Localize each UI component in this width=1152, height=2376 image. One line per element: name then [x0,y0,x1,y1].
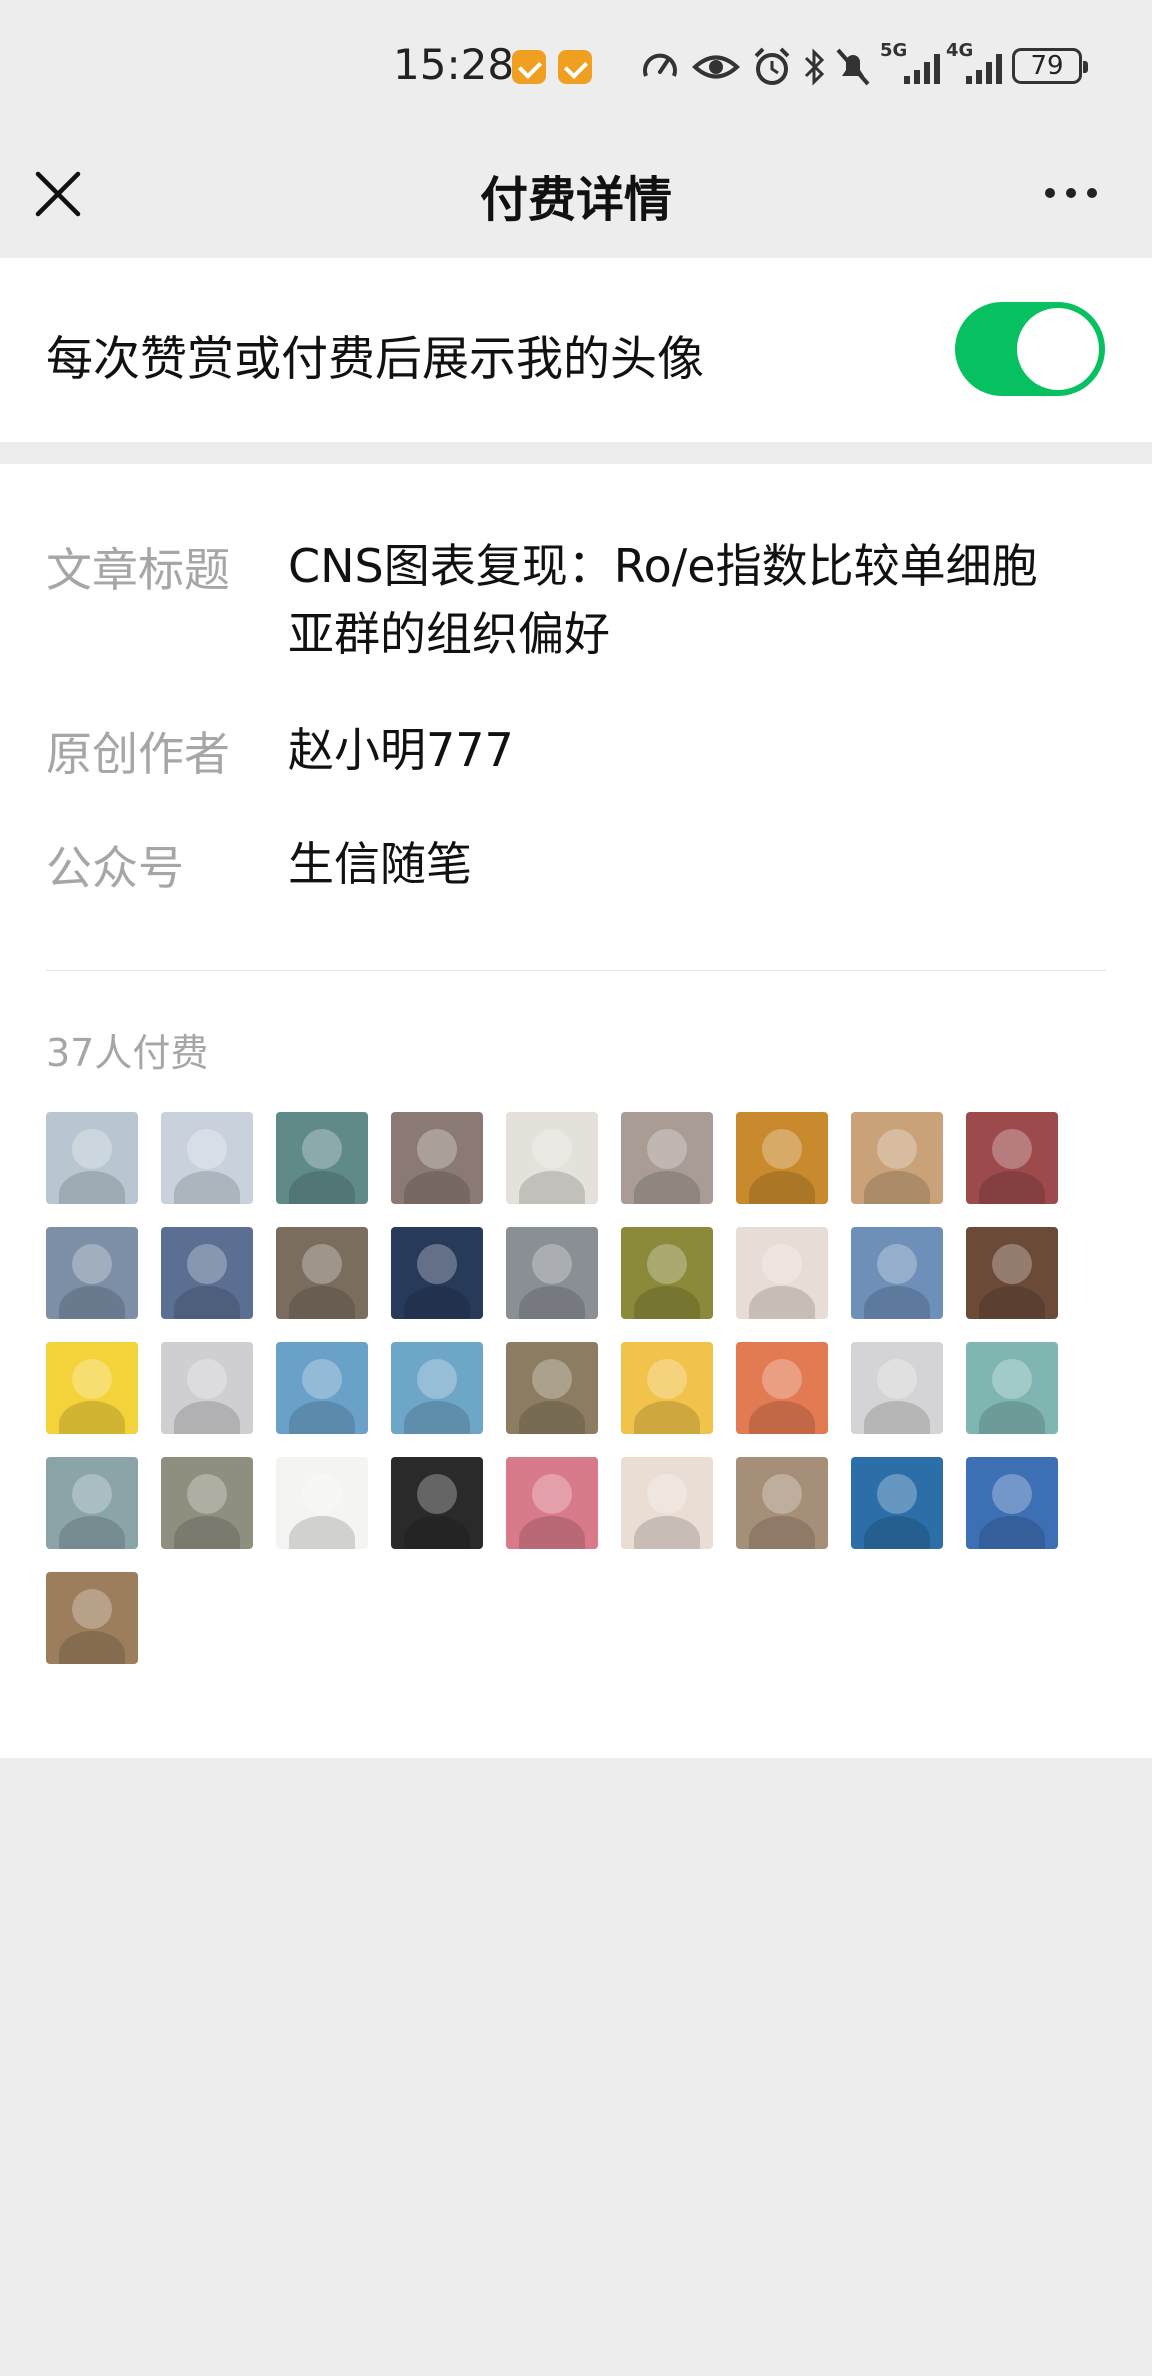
speed-icon [643,53,677,77]
payer-avatar[interactable] [621,1457,713,1549]
payer-avatar[interactable] [966,1342,1058,1434]
payer-avatar[interactable] [736,1112,828,1204]
payer-avatar[interactable] [506,1342,598,1434]
app-notification-icon [512,50,546,84]
payer-avatar[interactable] [621,1112,713,1204]
signal-icon [904,54,940,84]
payer-avatar[interactable] [966,1457,1058,1549]
bluetooth-icon [804,48,825,86]
payer-avatar[interactable] [851,1227,943,1319]
nav-bar: 付费详情 [0,136,1152,258]
payer-avatar[interactable] [161,1342,253,1434]
show-avatar-setting: 每次赞赏或付费后展示我的头像 [0,258,1152,442]
payer-avatar[interactable] [736,1342,828,1434]
alarm-icon [754,47,790,85]
payer-avatar[interactable] [276,1112,368,1204]
payer-avatar[interactable] [621,1227,713,1319]
payer-avatar[interactable] [621,1342,713,1434]
eye-icon [692,55,740,79]
status-time: 15:28 [393,40,515,89]
payer-avatar[interactable] [161,1112,253,1204]
payer-avatar[interactable] [966,1227,1058,1319]
payer-avatar[interactable] [46,1457,138,1549]
payer-avatar[interactable] [161,1457,253,1549]
article-title-line1: CNS图表复现：Ro/e指数比较单细胞 [288,539,1038,593]
payer-avatar[interactable] [391,1342,483,1434]
payer-avatar[interactable] [46,1572,138,1664]
author-label: 原创作者 [46,727,230,781]
payer-avatar[interactable] [736,1457,828,1549]
toggle-knob [1017,308,1099,390]
account-label: 公众号 [46,841,184,895]
article-title-label: 文章标题 [46,543,230,597]
payer-avatar[interactable] [506,1112,598,1204]
app-notification-icon [558,50,592,84]
battery-icon: 79 [1012,48,1088,84]
status-icons: 5G 4G 79 [640,40,1090,90]
payer-avatar[interactable] [736,1227,828,1319]
payer-avatar[interactable] [851,1457,943,1549]
payer-avatar[interactable] [161,1227,253,1319]
page-title: 付费详情 [479,172,672,228]
mute-icon [836,48,870,86]
divider [46,970,1106,971]
payer-avatar[interactable] [966,1112,1058,1204]
payer-avatar[interactable] [276,1227,368,1319]
payer-avatar[interactable] [851,1112,943,1204]
payer-avatar[interactable] [276,1457,368,1549]
payment-details: 文章标题 CNS图表复现：Ro/e指数比较单细胞 亚群的组织偏好 原创作者 赵小… [0,464,1152,1758]
payer-avatar[interactable] [46,1227,138,1319]
payer-avatar[interactable] [391,1227,483,1319]
more-icon[interactable] [1036,168,1106,218]
payer-avatar[interactable] [276,1342,368,1434]
author-name: 赵小明777 [288,723,514,777]
payer-avatar[interactable] [46,1342,138,1434]
close-icon[interactable] [30,166,86,222]
status-bar: 15:28 5G 4G 79 [0,0,1152,136]
show-avatar-toggle[interactable] [955,302,1105,396]
payer-count: 37人付费 [46,1031,209,1075]
payer-avatar[interactable] [391,1112,483,1204]
show-avatar-label: 每次赞赏或付费后展示我的头像 [46,332,704,387]
payer-avatar[interactable] [506,1227,598,1319]
account-name: 生信随笔 [288,837,472,891]
article-title-line2: 亚群的组织偏好 [288,607,610,661]
payer-avatar[interactable] [506,1457,598,1549]
payer-avatar[interactable] [391,1457,483,1549]
payer-avatar[interactable] [46,1112,138,1204]
signal-icon [966,54,1002,84]
payer-avatar[interactable] [851,1342,943,1434]
